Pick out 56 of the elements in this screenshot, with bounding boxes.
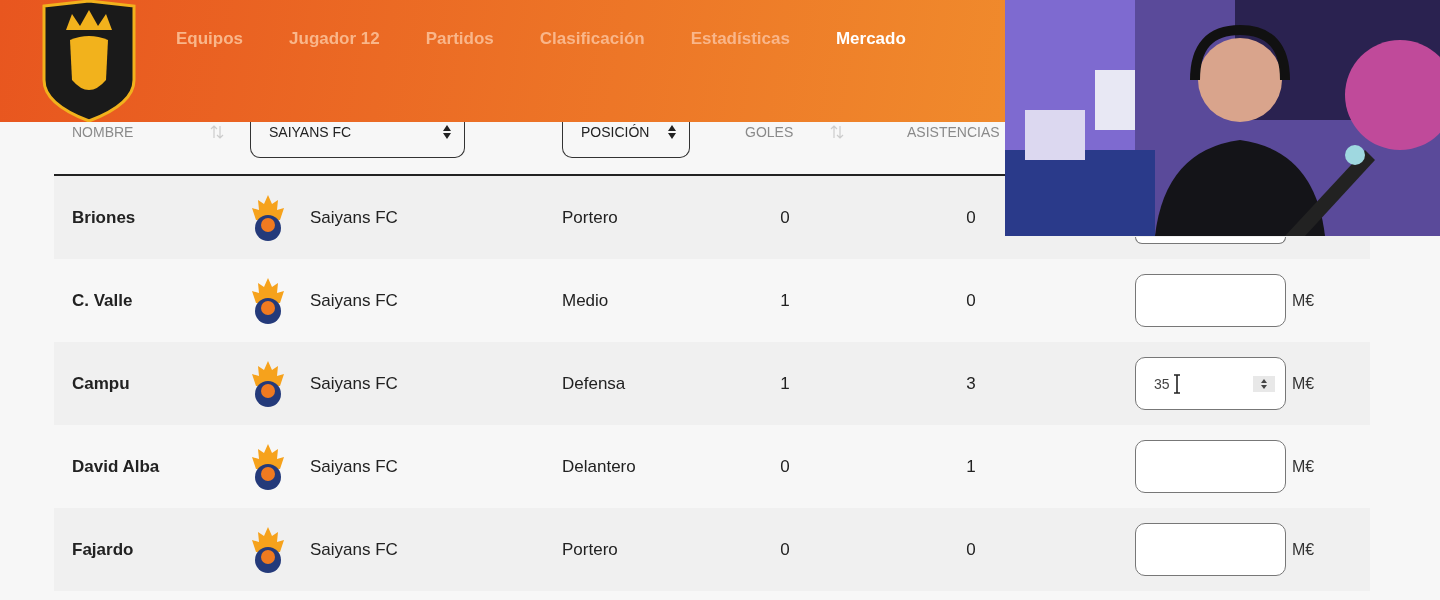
assists-value: 0 [965, 539, 977, 560]
assists-value: 0 [965, 290, 977, 311]
sort-icon [210, 125, 224, 139]
price-field[interactable] [1135, 237, 1286, 244]
goals-value: 1 [779, 373, 791, 394]
nav-link[interactable]: Clasificación [539, 27, 645, 51]
team-name: Saiyans FC [310, 207, 398, 228]
nav-link[interactable]: Mercado [835, 27, 906, 51]
price-field[interactable] [1135, 523, 1286, 576]
nav-link[interactable]: Estadísticas [690, 27, 790, 51]
price-field[interactable]: 35 [1135, 357, 1286, 410]
player-name: David Alba [71, 456, 161, 477]
price-field[interactable] [1135, 274, 1286, 327]
goals-value: 0 [779, 456, 791, 477]
player-name: Briones [71, 207, 137, 228]
price-field[interactable] [1135, 440, 1286, 493]
column-header[interactable]: NOMBRE [72, 124, 134, 140]
team-name: Saiyans FC [310, 539, 398, 560]
player-position: Defensa [562, 373, 627, 394]
player-name: Fajardo [71, 539, 135, 560]
flame-crest-icon [250, 193, 286, 242]
flame-crest-icon [250, 525, 286, 574]
column-header: ASISTENCIAS [907, 124, 1000, 140]
column-header[interactable]: GOLES [745, 124, 794, 140]
player-position: Portero [562, 207, 619, 228]
updown-icon [667, 124, 677, 140]
goals-value: 1 [779, 290, 791, 311]
flame-crest-icon [250, 442, 286, 491]
currency-unit: M€ [1292, 457, 1315, 476]
goals-value: 0 [779, 539, 791, 560]
nav-link[interactable]: Jugador 12 [289, 27, 380, 51]
filter-select[interactable]: POSICIÓN [562, 122, 690, 158]
team-name: Saiyans FC [310, 290, 398, 311]
player-name: Campu [71, 373, 131, 394]
player-name: C. Valle [71, 290, 134, 311]
shield-logo[interactable] [40, 0, 138, 122]
filter-select[interactable]: SAIYANS FC [250, 122, 465, 158]
team-name: Saiyans FC [310, 456, 398, 477]
sort-icon [830, 125, 844, 139]
player-position: Portero [562, 539, 619, 560]
flame-crest-icon [250, 276, 286, 325]
assists-value: 1 [965, 456, 977, 477]
team-name: Saiyans FC [310, 373, 398, 394]
goals-value: 0 [779, 207, 791, 228]
updown-icon [442, 124, 452, 140]
nav-link[interactable]: Partidos [425, 27, 494, 51]
assists-value: 3 [965, 373, 977, 394]
nav-link[interactable]: Equipos [176, 27, 244, 51]
flame-crest-icon [250, 359, 286, 408]
currency-unit: M€ [1292, 540, 1315, 559]
assists-value: 0 [965, 207, 977, 228]
spinner-icon [1253, 375, 1275, 392]
currency-unit: M€ [1292, 291, 1315, 310]
player-position: Medio [562, 290, 610, 311]
currency-unit: M€ [1292, 374, 1315, 393]
player-position: Delantero [562, 456, 637, 477]
